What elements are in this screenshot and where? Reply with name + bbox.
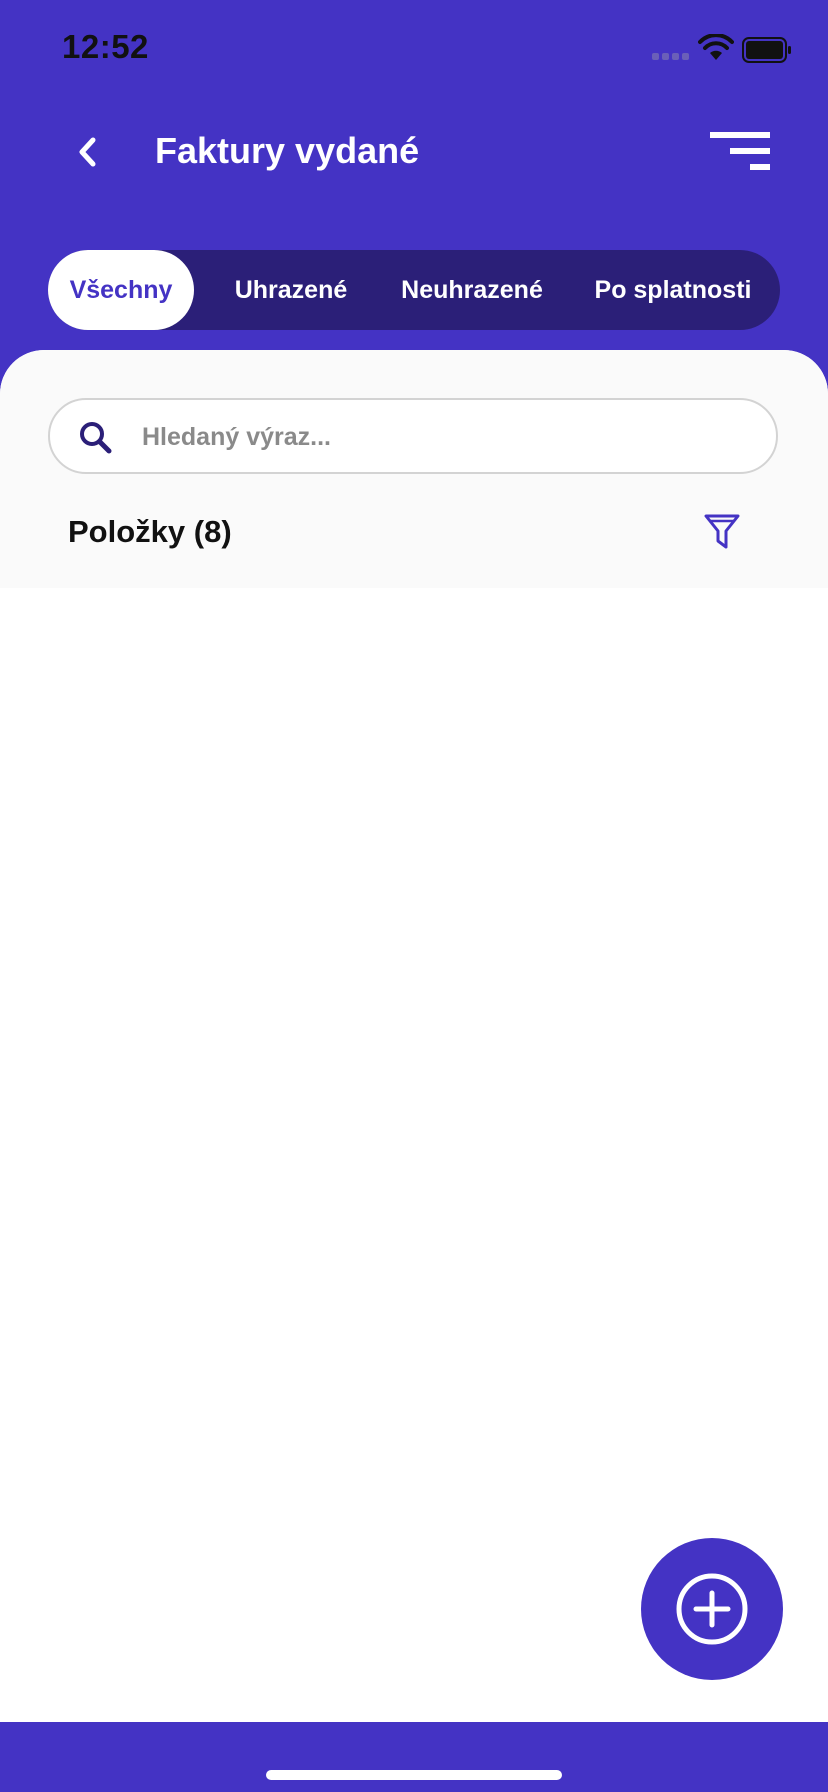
- header: Faktury vydané: [0, 100, 828, 250]
- chevron-left-icon: [79, 137, 96, 167]
- tab-paid[interactable]: Uhrazené: [210, 250, 372, 330]
- content-panel: Položky (8): [0, 350, 828, 1722]
- back-button[interactable]: [58, 122, 118, 182]
- home-indicator[interactable]: [266, 1770, 562, 1780]
- tab-unpaid[interactable]: Neuhrazené: [386, 250, 558, 330]
- sort-menu-button[interactable]: [700, 124, 780, 184]
- list-toolbar: Položky (8): [0, 350, 828, 588]
- items-heading: Položky (8): [68, 514, 232, 549]
- status-bar: 12:52: [0, 0, 828, 100]
- page-title: Faktury vydané: [155, 130, 420, 171]
- search-icon: [80, 422, 112, 454]
- filter-icon: [704, 514, 740, 549]
- search-box[interactable]: [48, 398, 778, 474]
- status-tabs: Všechny Uhrazené Neuhrazené Po splatnost…: [48, 250, 780, 330]
- wifi-icon: [698, 34, 734, 60]
- add-invoice-button[interactable]: [641, 1538, 783, 1680]
- filter-button[interactable]: [700, 510, 744, 554]
- battery-icon: [742, 37, 791, 63]
- plus-circle-icon: [676, 1573, 748, 1645]
- search-input[interactable]: [140, 400, 744, 474]
- tab-all[interactable]: Všechny: [48, 250, 194, 330]
- tab-overdue[interactable]: Po splatnosti: [570, 250, 776, 330]
- cellular-signal-icon: [652, 53, 690, 61]
- status-time: 12:52: [62, 28, 149, 65]
- sort-menu-icon: [710, 132, 770, 170]
- bottom-bar: [0, 1722, 828, 1792]
